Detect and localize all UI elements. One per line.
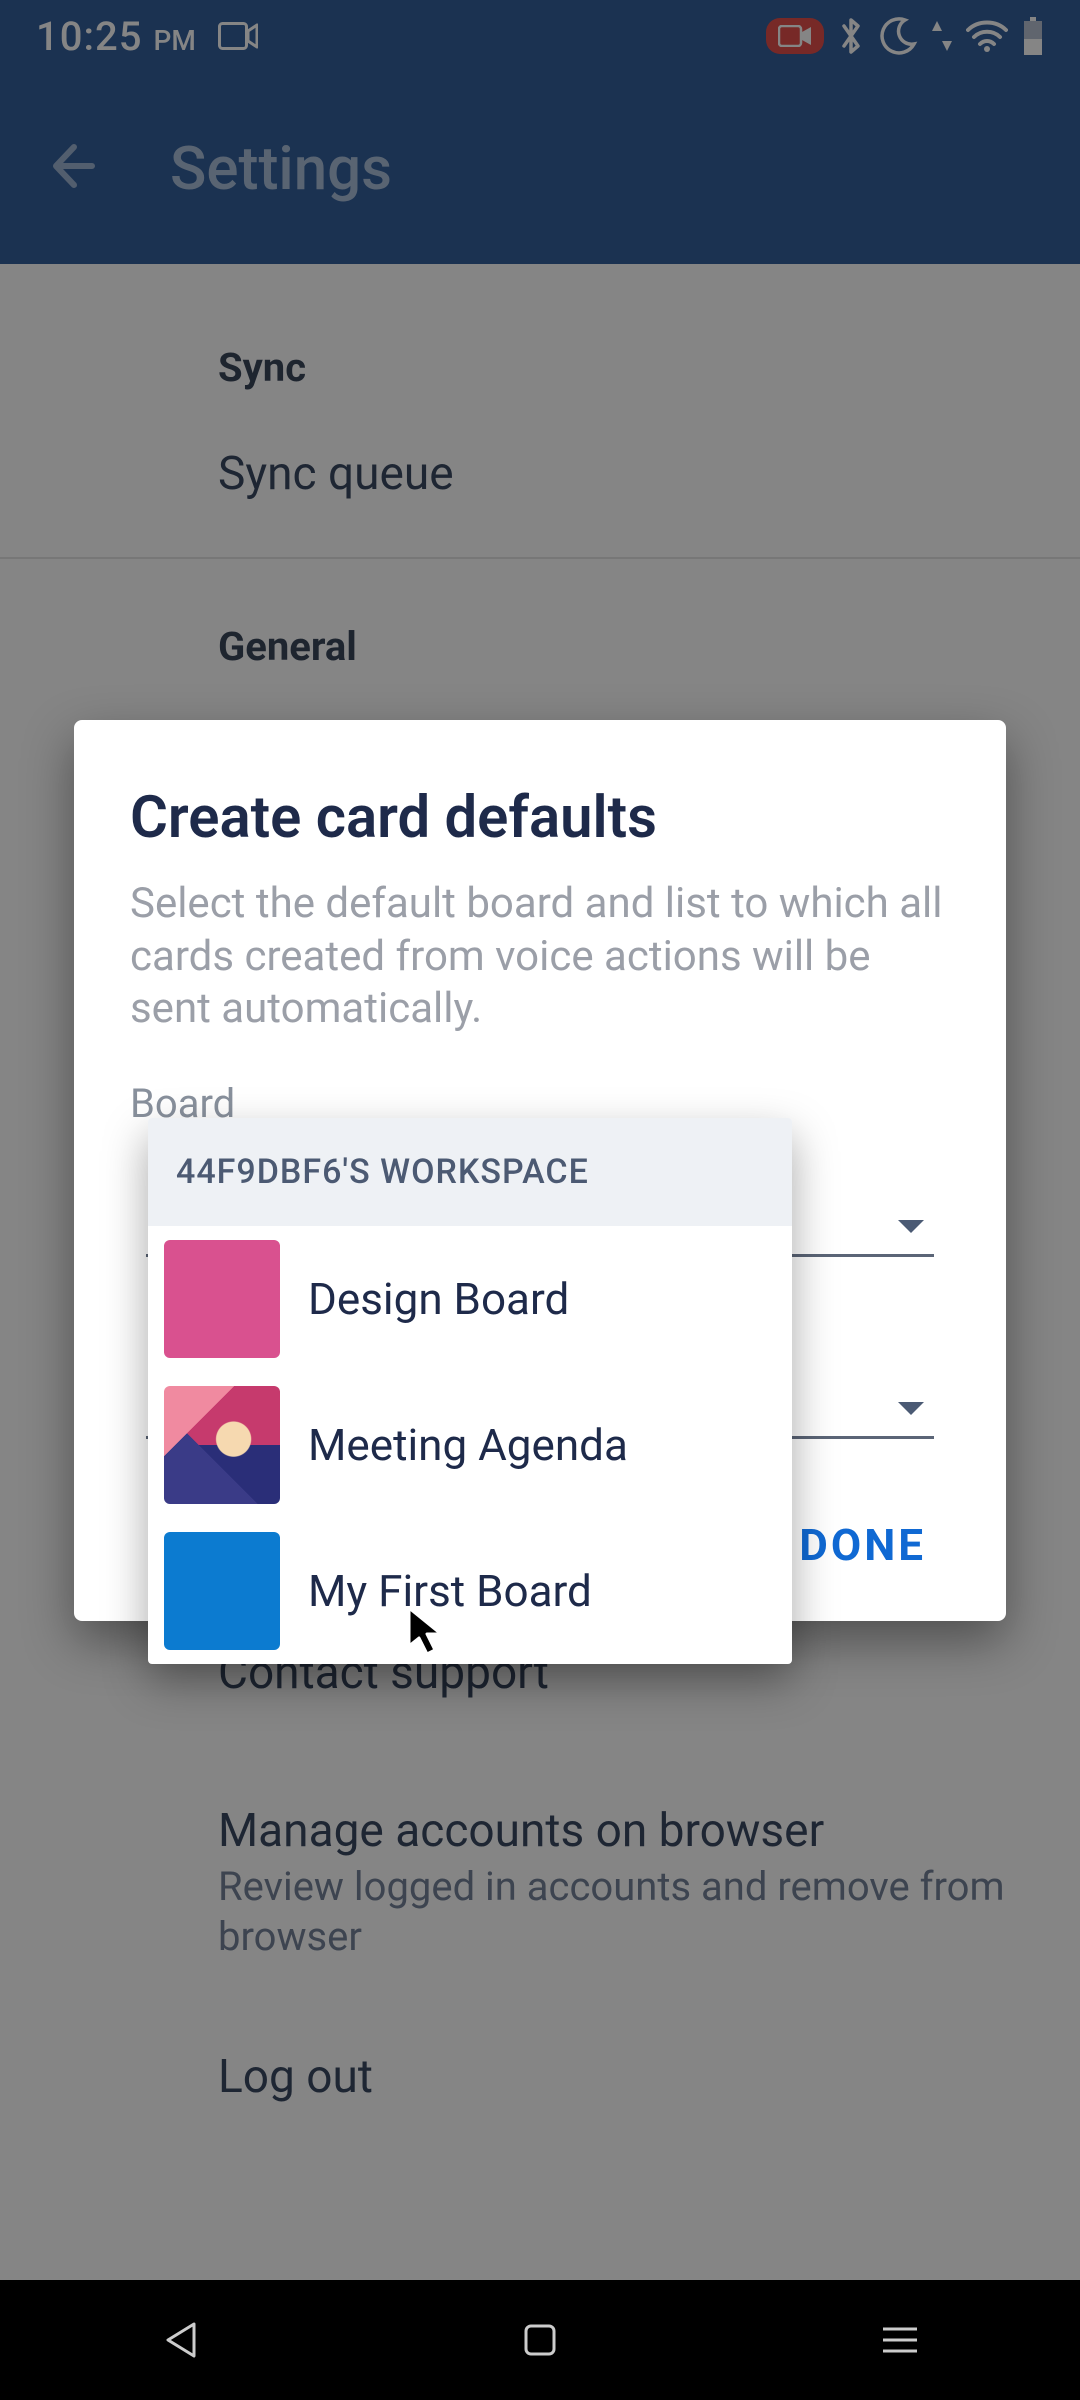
dialog-title: Create card defaults <box>74 784 1006 878</box>
board-color-icon <box>164 1240 280 1358</box>
dropdown-workspace-header: 44F9DBF6'S WORKSPACE <box>148 1118 792 1226</box>
dropdown-item-design-board[interactable]: Design Board <box>148 1226 792 1372</box>
nav-recent-button[interactable] <box>875 2315 925 2365</box>
android-nav-bar <box>0 2280 1080 2400</box>
dropdown-item-label: Design Board <box>308 1273 569 1325</box>
board-image-icon <box>164 1386 280 1504</box>
nav-home-button[interactable] <box>515 2315 565 2365</box>
dropdown-item-meeting-agenda[interactable]: Meeting Agenda <box>148 1372 792 1518</box>
board-dropdown: 44F9DBF6'S WORKSPACE Design Board Meetin… <box>148 1118 792 1664</box>
dropdown-item-label: Meeting Agenda <box>308 1419 628 1471</box>
nav-back-button[interactable] <box>155 2315 205 2365</box>
dropdown-item-label: My First Board <box>308 1565 592 1617</box>
done-button[interactable]: DONE <box>769 1499 956 1591</box>
chevron-down-icon <box>896 1400 926 1422</box>
dialog-description: Select the default board and list to whi… <box>74 878 1006 1080</box>
dropdown-item-my-first-board[interactable]: My First Board <box>148 1518 792 1664</box>
board-color-icon <box>164 1532 280 1650</box>
chevron-down-icon <box>896 1218 926 1240</box>
